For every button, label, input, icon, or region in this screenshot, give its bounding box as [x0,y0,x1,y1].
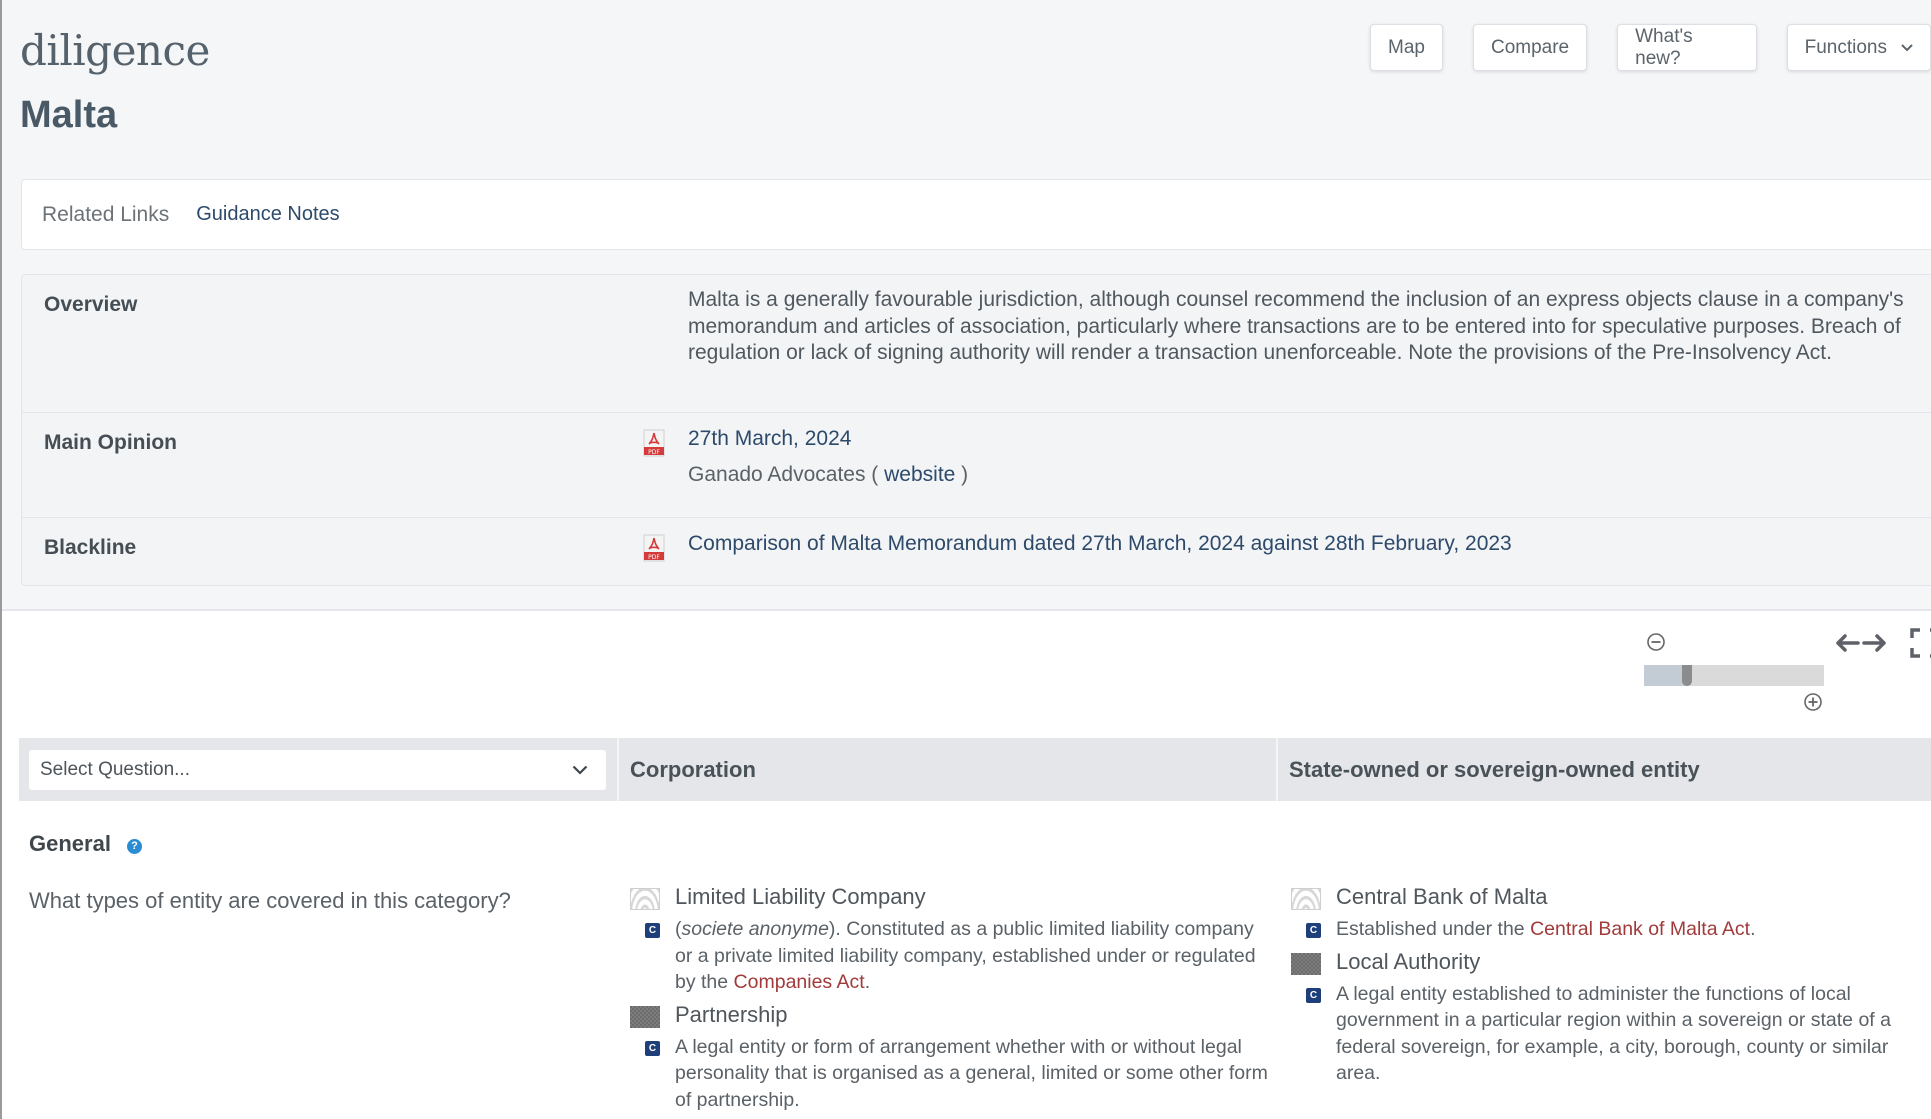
entity-item: Limited Liability Company [630,884,1270,910]
comparison-table-header: Select Question... Corporation State-own… [19,738,1931,801]
jurisdiction-info-panel: Overview Malta is a generally favourable… [21,274,1931,586]
select-question-dropdown[interactable]: Select Question... [29,749,606,790]
legend-swatch-icon [630,1005,660,1028]
pdf-icon[interactable]: PDF [643,534,665,562]
desc-post: . [864,971,871,993]
blackline-row: Blackline PDF Comparison of Malta Memora… [22,518,1931,587]
whats-new-button-label: What's new? [1635,25,1693,69]
zoom-slider-fill [1644,665,1688,686]
law-firm-name: Ganado Advocates [688,463,866,486]
zoom-control [1643,632,1825,716]
category-c-badge-icon: C [645,923,660,938]
entity-item: Central Bank of Malta [1291,884,1931,910]
entity-description: C (societe anonyme). Constituted as a pu… [645,916,1270,996]
functions-dropdown-label: Functions [1804,36,1887,58]
legend-swatch-icon [630,888,660,910]
page-title: Malta [20,94,118,136]
desc-italic: societe anonyme [681,918,829,940]
blackline-label: Blackline [44,536,137,559]
overview-text: Malta is a generally favourable jurisdic… [688,288,1904,364]
entity-description-text: Established under the Central Bank of Ma… [1336,916,1756,943]
chevron-down-icon [572,759,588,781]
svg-text:PDF: PDF [648,449,660,456]
overview-row: Overview Malta is a generally favourable… [22,275,1931,413]
central-bank-act-link[interactable]: Central Bank of Malta Act [1530,918,1750,940]
chevron-down-icon [1901,40,1913,55]
entity-item: Partnership [630,1002,1270,1028]
entity-name: Central Bank of Malta [1336,884,1548,909]
entity-description: C A legal entity established to administ… [1306,981,1931,1087]
main-opinion-label: Main Opinion [44,431,177,454]
firm-website-link[interactable]: website [884,463,955,486]
entity-name: Partnership [675,1001,788,1027]
entity-name: Limited Liability Company [675,884,926,909]
entity-item: Local Authority [1291,949,1931,975]
pdf-icon[interactable]: PDF [643,429,665,457]
desc-pre: Established under the [1336,918,1531,940]
entity-description-text: A legal entity established to administer… [1336,982,1891,1085]
companies-act-link[interactable]: Companies Act [734,971,865,993]
paren-open: ( [865,463,885,486]
expand-width-icon[interactable] [1835,632,1887,654]
main-opinion-row: Main Opinion PDF 27th March, 2024 Ganado… [22,413,1931,518]
entity-description-text: (societe anonyme). Constituted as a publ… [675,916,1270,996]
answer-state-owned: Central Bank of Malta C Established unde… [1291,884,1931,1093]
zoom-out-icon[interactable] [1646,632,1666,652]
law-firm: Ganado Advocates ( website ) [688,463,968,487]
legend-swatch-icon [1291,888,1321,910]
map-button[interactable]: Map [1370,24,1443,71]
select-question-placeholder: Select Question... [40,758,190,780]
fullscreen-icon[interactable] [1910,628,1931,658]
app-logo[interactable]: diligence [20,26,210,75]
functions-dropdown[interactable]: Functions [1786,24,1931,71]
compare-button[interactable]: Compare [1472,24,1588,71]
category-c-badge-icon: C [1306,987,1321,1003]
entity-description: C Established under the Central Bank of … [1306,916,1931,943]
compare-button-label: Compare [1490,36,1570,58]
svg-text:PDF: PDF [648,554,660,561]
question-select-cell: Select Question... [19,738,619,801]
category-c-badge-icon: C [645,1040,660,1056]
header-area: diligence Malta Map Compare What's new? … [2,0,1931,611]
legend-swatch-icon [1291,952,1321,975]
entity-description: C A legal entity or form of arrangement … [645,1034,1270,1114]
zoom-slider-thumb[interactable] [1682,665,1693,686]
category-c-badge-icon: C [1306,923,1321,938]
toolbar: Map Compare What's new? Functions [1370,24,1931,71]
answer-corporation: Limited Liability Company C (societe ano… [630,884,1270,1119]
section-general: General ? [29,831,142,857]
entity-name: Local Authority [1336,948,1481,974]
map-button-label: Map [1388,36,1425,58]
paren-close: ) [955,463,969,486]
blackline-comparison-link[interactable]: Comparison of Malta Memorandum dated 27t… [688,532,1512,556]
column-header-corporation[interactable]: Corporation [619,738,1278,801]
desc-post: . [1750,918,1756,940]
question-text: What types of entity are covered in this… [29,888,511,913]
guidance-notes-link[interactable]: Guidance Notes [196,203,339,226]
related-links-label: Related Links [42,202,170,226]
column-header-state-owned[interactable]: State-owned or sovereign-owned entity [1278,738,1931,801]
zoom-slider[interactable] [1644,665,1824,686]
help-icon[interactable]: ? [126,838,142,854]
related-links-bar: Related Links Guidance Notes [21,179,1931,250]
section-title: General [29,831,111,856]
zoom-in-icon[interactable] [1803,692,1823,712]
main-opinion-date-link[interactable]: 27th March, 2024 [688,427,851,451]
overview-label: Overview [44,293,138,316]
whats-new-button[interactable]: What's new? [1617,24,1757,71]
entity-description-text: A legal entity or form of arrangement wh… [675,1035,1268,1111]
